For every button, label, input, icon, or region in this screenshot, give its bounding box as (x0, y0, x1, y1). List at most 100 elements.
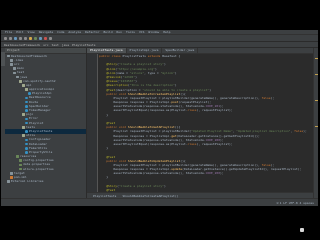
code-token: class (187, 141, 197, 146)
tree-item-label: test (17, 70, 25, 75)
code-token: ), requestPlaylist); (196, 141, 233, 146)
menu-item-run[interactable]: Run (117, 30, 122, 34)
editor-breadcrumb-item[interactable]: ShouldBeAbleToCreateAPlaylist() (122, 194, 178, 198)
line-gutter (87, 54, 98, 192)
menu-item-navigate[interactable]: Navigate (39, 30, 53, 34)
menu-item-view[interactable]: View (27, 30, 34, 34)
status-text: 1:1 LF UTF-8 4 spaces (276, 200, 314, 205)
code-token: "Create a playlist story" (118, 183, 165, 188)
warning-marker[interactable] (315, 74, 318, 75)
build-icon[interactable] (29, 36, 32, 40)
menu-item-file[interactable]: File (5, 30, 12, 34)
folder-icon (7, 54, 10, 58)
folder-icon (7, 180, 10, 184)
tree-item[interactable]: External Libraries (5, 180, 86, 184)
folder-icon (22, 84, 25, 87)
code-area[interactable]: public class PlaylistTests extends BaseT… (99, 54, 311, 192)
editor-tab[interactable]: PlaylistApi.java (127, 48, 163, 53)
folder-icon (16, 75, 19, 79)
code-token: public class (99, 54, 123, 58)
breadcrumb-item[interactable]: java (62, 43, 69, 47)
video-frame: File Edit View Navigate Code Analyze Refactor B… (0, 0, 320, 240)
code-token: ) (164, 62, 166, 67)
open-folder-icon[interactable] (4, 36, 7, 40)
editor-tab[interactable]: PlaylistTests.java (87, 48, 127, 53)
code-token: ); (303, 129, 307, 134)
breadcrumb-item[interactable]: PlaylistTests (72, 43, 95, 47)
menu-item-help[interactable]: Help (163, 30, 170, 34)
breadcrumb-item[interactable]: test (52, 43, 59, 47)
folder-icon (22, 125, 25, 129)
code-token: CODE_200 (205, 171, 221, 176)
code-token: ) (164, 183, 166, 188)
debug-icon[interactable] (39, 36, 42, 40)
code-token: extends (147, 54, 163, 58)
code-token: , type = (144, 70, 161, 75)
java-class-icon (25, 100, 28, 104)
code-token: } (99, 112, 109, 117)
code-token: class (187, 108, 197, 113)
sync-icon[interactable] (14, 36, 17, 40)
folder-icon (22, 134, 25, 137)
breadcrumb-item[interactable]: src (43, 43, 48, 47)
undo-icon[interactable] (19, 36, 22, 40)
search-icon[interactable] (49, 36, 52, 40)
code-token: assertPlaylistEqual(response.as(Playlist… (99, 141, 188, 146)
save-icon[interactable] (9, 36, 12, 40)
folder-icon (19, 79, 22, 83)
code-token: false (261, 95, 271, 100)
folder-icon (10, 63, 13, 66)
menu-item-build[interactable]: Build (104, 30, 113, 34)
code-token: ), requestPlaylist); (196, 108, 233, 113)
menu-item-code[interactable]: Code (57, 30, 64, 34)
editor-breadcrumb-item[interactable]: PlaylistTests (93, 194, 116, 198)
java-class-icon (25, 142, 28, 146)
folder-icon (19, 159, 22, 163)
code-editor: PlaylistTests.java PlaylistApi.java SpecBu… (87, 48, 313, 198)
java-class-icon (25, 96, 28, 100)
warning-marker[interactable] (315, 126, 318, 127)
status-bar: 1:1 LF UTF-8 4 spaces (1, 198, 318, 206)
code-token: ) (209, 87, 211, 92)
java-class-icon (25, 121, 28, 125)
code-token: assertStatusCode(response.statusCode(), … (99, 171, 206, 176)
run-icon[interactable] (34, 36, 37, 40)
menu-item-edit[interactable]: Edit (16, 30, 23, 34)
menu-item-vcs[interactable]: VCS (139, 30, 144, 34)
code-token: PlaylistTests (122, 54, 148, 58)
java-class-icon (25, 138, 28, 142)
fullscreen-icon[interactable] (300, 228, 304, 232)
right-scroll-markers[interactable] (313, 48, 318, 198)
folder-icon (19, 163, 22, 167)
toolbar (1, 35, 318, 42)
breadcrumb-item[interactable]: RestAssuredFramework (4, 43, 40, 47)
warning-marker[interactable] (315, 58, 318, 59)
tree-item-label: Error (29, 116, 39, 121)
code-token: } (99, 175, 109, 180)
folder-icon (13, 67, 16, 70)
folder-icon (13, 71, 16, 75)
code-token: "mylink" (160, 70, 175, 75)
code-token: assertPlaylistEqual(response.as(Playlist… (99, 108, 188, 113)
folder-icon (22, 113, 25, 117)
code-token: } (99, 146, 109, 151)
menu-item-analyze[interactable]: Analyze (68, 30, 81, 34)
code-token: false (294, 129, 304, 134)
menu-item-refactor[interactable]: Refactor (85, 30, 99, 34)
menu-item-window[interactable]: Window (148, 30, 159, 34)
tree-item-label: ConfigLoader (29, 137, 51, 142)
tree-item-label: allure.properties (23, 166, 54, 171)
java-class-icon (25, 146, 28, 150)
redo-icon[interactable] (24, 36, 27, 40)
folder-icon (10, 58, 13, 62)
code-token: BaseTest { (162, 54, 181, 58)
editor-tab[interactable]: SpecBuilder.java (162, 48, 199, 53)
folder-icon (10, 172, 13, 175)
project-tree: RestAssuredFramework .idea src main test java… (5, 54, 86, 184)
stop-icon[interactable] (44, 36, 47, 40)
code-token: ); (220, 171, 224, 176)
code-token: ) (174, 70, 177, 75)
video-controls (0, 212, 320, 234)
warning-marker[interactable] (315, 100, 318, 101)
menu-item-tools[interactable]: Tools (126, 30, 135, 34)
